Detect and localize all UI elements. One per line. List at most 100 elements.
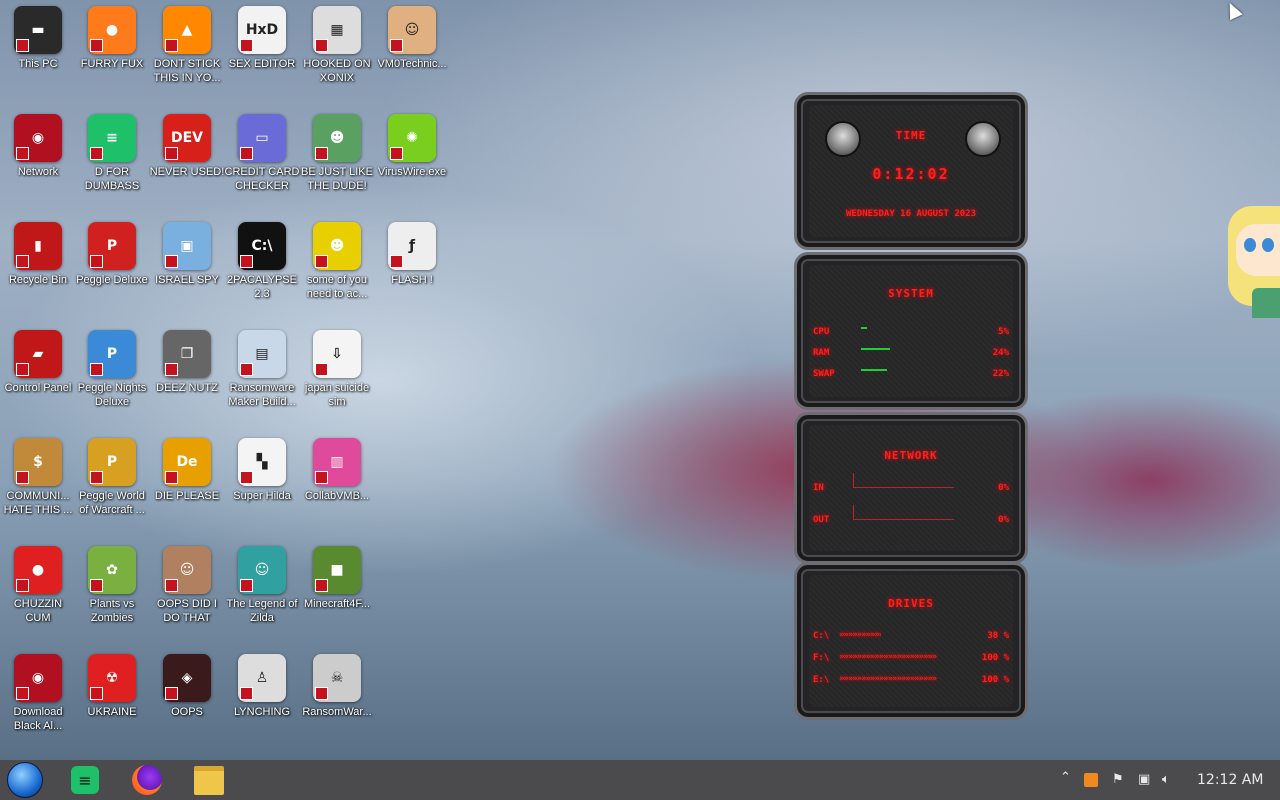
desktop-icon[interactable]: ☢ UKRAINE bbox=[74, 654, 150, 719]
desktop-icon[interactable]: P Peggle Deluxe bbox=[74, 222, 150, 287]
game-file-icon: ⇩ bbox=[313, 330, 361, 378]
money-bag-icon: $ bbox=[14, 438, 62, 486]
desktop-icon[interactable]: ▥ CollabVMB... bbox=[299, 438, 375, 503]
desktop-icon[interactable]: P Peggle Nights Deluxe bbox=[74, 330, 150, 409]
shortcut-arrow-icon bbox=[315, 471, 328, 484]
desktop-icon[interactable]: ◈ OOPS bbox=[149, 654, 225, 719]
chevron-up-icon[interactable]: ⌃ bbox=[1060, 770, 1071, 785]
desktop-icon-label: LYNCHING bbox=[233, 706, 291, 718]
pixel-hero-icon: ☺ bbox=[238, 546, 286, 594]
desktop-icon-label: some of you need to ac... bbox=[306, 274, 368, 300]
network-row: IN 0% bbox=[813, 473, 1009, 493]
shortcut-arrow-icon bbox=[240, 39, 253, 52]
desktop-icon[interactable]: ☺ The Legend of Zilda bbox=[224, 546, 300, 625]
shortcut-arrow-icon bbox=[90, 147, 103, 160]
dark-app-icon: ◈ bbox=[163, 654, 211, 702]
desktop-icon[interactable]: ▣ ISRAEL SPY bbox=[149, 222, 225, 287]
monitor-pink-icon: ▥ bbox=[313, 438, 361, 486]
desktop-icon[interactable]: ▰ Control Panel bbox=[0, 330, 76, 395]
desktop-icon[interactable]: ☻ some of you need to ac... bbox=[299, 222, 375, 301]
desktop-icon[interactable]: ● CHUZZIN CUM bbox=[0, 546, 76, 625]
taskbar-file-explorer-button[interactable] bbox=[190, 764, 228, 796]
desktop-icon[interactable]: ● FURRY FUX bbox=[74, 6, 150, 71]
desktop-icon-label: Plants vs Zombies bbox=[89, 598, 135, 624]
desktop-icon-label: FLASH ! bbox=[391, 274, 433, 286]
desktop-icon[interactable]: ▮ Recycle Bin bbox=[0, 222, 76, 287]
desktop-icon[interactable]: ☻ BE JUST LIKE THE DUDE! bbox=[299, 114, 375, 193]
desktop-icon[interactable]: ■ Minecraft4F... bbox=[299, 546, 375, 611]
desktop-icon[interactable]: ▬ This PC bbox=[0, 6, 76, 71]
desktop-icon[interactable]: ☠ RansomWar... bbox=[299, 654, 375, 719]
shortcut-arrow-icon bbox=[315, 363, 328, 376]
drives-row-label: F:\ bbox=[813, 653, 830, 663]
drives-row: E:\ 100 % »»»»»»»»»»»»»»»»»»»»»» bbox=[813, 674, 1009, 685]
desktop-icon-label: OOPS DID I DO THAT bbox=[157, 598, 217, 624]
date-display: WEDNESDAY 16 AUGUST 2023 bbox=[845, 209, 977, 219]
desktop-icon[interactable]: De DIE PLEASE bbox=[149, 438, 225, 503]
desktop-icon-label: VM0Technic... bbox=[377, 58, 447, 70]
network-tray-icon[interactable]: ▣ bbox=[1138, 772, 1150, 787]
desktop-icon[interactable]: C:\ 2PACALYPSE 2.3 bbox=[224, 222, 300, 301]
drives-row-label: C:\ bbox=[813, 631, 830, 641]
desktop-icon-label: DEEZ NUTZ bbox=[156, 382, 218, 394]
desktop-icon[interactable]: ✿ Plants vs Zombies bbox=[74, 546, 150, 625]
shortcut-arrow-icon bbox=[90, 39, 103, 52]
flash-icon: ƒ bbox=[388, 222, 436, 270]
desktop-icon[interactable]: ≡ D FOR DUMBASS bbox=[74, 114, 150, 193]
shortcut-arrow-icon bbox=[165, 363, 178, 376]
system-row-value: 22% bbox=[992, 369, 1009, 379]
desktop-icon[interactable]: HxD SEX EDITOR bbox=[224, 6, 300, 71]
desktop-icon[interactable]: ☺ OOPS DID I DO THAT bbox=[149, 546, 225, 625]
drives-row-value: 100 % bbox=[981, 675, 1009, 685]
desktop-icon-label: SEX EDITOR bbox=[228, 58, 296, 70]
desktop-icon[interactable]: ✺ VirusWire.exe bbox=[374, 114, 450, 179]
network-row-label: OUT bbox=[813, 515, 830, 525]
desktop-icon[interactable]: ☺ VM0Technic... bbox=[374, 6, 450, 71]
character-sticker bbox=[1222, 196, 1280, 326]
taskbar-firefox-button[interactable] bbox=[128, 764, 166, 796]
desktop-icon[interactable]: ❐ DEEZ NUTZ bbox=[149, 330, 225, 395]
desktop-icon[interactable]: ▭ CREDIT CARD CHECKER bbox=[224, 114, 300, 193]
taskbar-clock[interactable]: 12:12 AM bbox=[1197, 772, 1263, 788]
start-button[interactable] bbox=[6, 762, 44, 798]
desktop-icon[interactable]: ▤ Ransomware Maker Build... bbox=[224, 330, 300, 409]
shortcut-arrow-icon bbox=[165, 39, 178, 52]
app-tray-icon[interactable] bbox=[1084, 773, 1098, 787]
desktop-icon-label: ISRAEL SPY bbox=[155, 274, 219, 286]
desktop-icon[interactable]: ▲ DONT STICK THIS IN YO... bbox=[149, 6, 225, 85]
desktop-icon-label: UKRAINE bbox=[87, 706, 137, 718]
desktop-icon-label: Peggle World of Warcraft ... bbox=[79, 490, 145, 516]
desktop-icon-label: CREDIT CARD CHECKER bbox=[224, 166, 300, 192]
alien-orb-icon: ◉ bbox=[14, 654, 62, 702]
pvz-icon: ✿ bbox=[88, 546, 136, 594]
shortcut-arrow-icon bbox=[240, 579, 253, 592]
xonix-game-icon: ▦ bbox=[313, 6, 361, 54]
clock-display: 0:12:02 bbox=[872, 165, 950, 183]
drives-row-value: 100 % bbox=[981, 653, 1009, 663]
desktop-icon[interactable]: ▚ Super Hilda bbox=[224, 438, 300, 503]
firefox-icon: ● bbox=[88, 6, 136, 54]
docs-app-icon: ≡ bbox=[71, 766, 99, 794]
desktop-icon[interactable]: $ COMMUNI... HATE THIS ... bbox=[0, 438, 76, 517]
shortcut-arrow-icon bbox=[90, 363, 103, 376]
volume-icon[interactable]: 🔈︎ bbox=[1162, 772, 1170, 787]
desktop-icon-label: Peggle Nights Deluxe bbox=[77, 382, 147, 408]
network-row-value: 0% bbox=[998, 515, 1009, 525]
shortcut-arrow-icon bbox=[90, 579, 103, 592]
shortcut-arrow-icon bbox=[240, 363, 253, 376]
desktop-icon-label: Ransomware Maker Build... bbox=[228, 382, 296, 408]
desktop-icon[interactable]: ▦ HOOKED ON XONIX bbox=[299, 6, 375, 85]
flag-icon[interactable]: ⚑ bbox=[1112, 772, 1124, 787]
desktop-icon[interactable]: ♙ LYNCHING bbox=[224, 654, 300, 719]
desktop-icon[interactable]: ◉ Network bbox=[0, 114, 76, 179]
desktop-icon[interactable]: ƒ FLASH ! bbox=[374, 222, 450, 287]
taskbar-docs-button[interactable]: ≡ bbox=[66, 764, 104, 796]
desktop-icon[interactable]: ⇩ japan suicide sim bbox=[299, 330, 375, 409]
desktop-icon[interactable]: ◉ Download Black Al... bbox=[0, 654, 76, 733]
desktop-icon[interactable]: P Peggle World of Warcraft ... bbox=[74, 438, 150, 517]
desktop-icon-label: This PC bbox=[18, 58, 58, 70]
desktop-icon[interactable]: DEV NEVER USED! bbox=[149, 114, 225, 179]
start-orb-icon bbox=[7, 762, 43, 798]
shortcut-arrow-icon bbox=[165, 471, 178, 484]
desktop-icon-label: CHUZZIN CUM bbox=[13, 598, 63, 624]
